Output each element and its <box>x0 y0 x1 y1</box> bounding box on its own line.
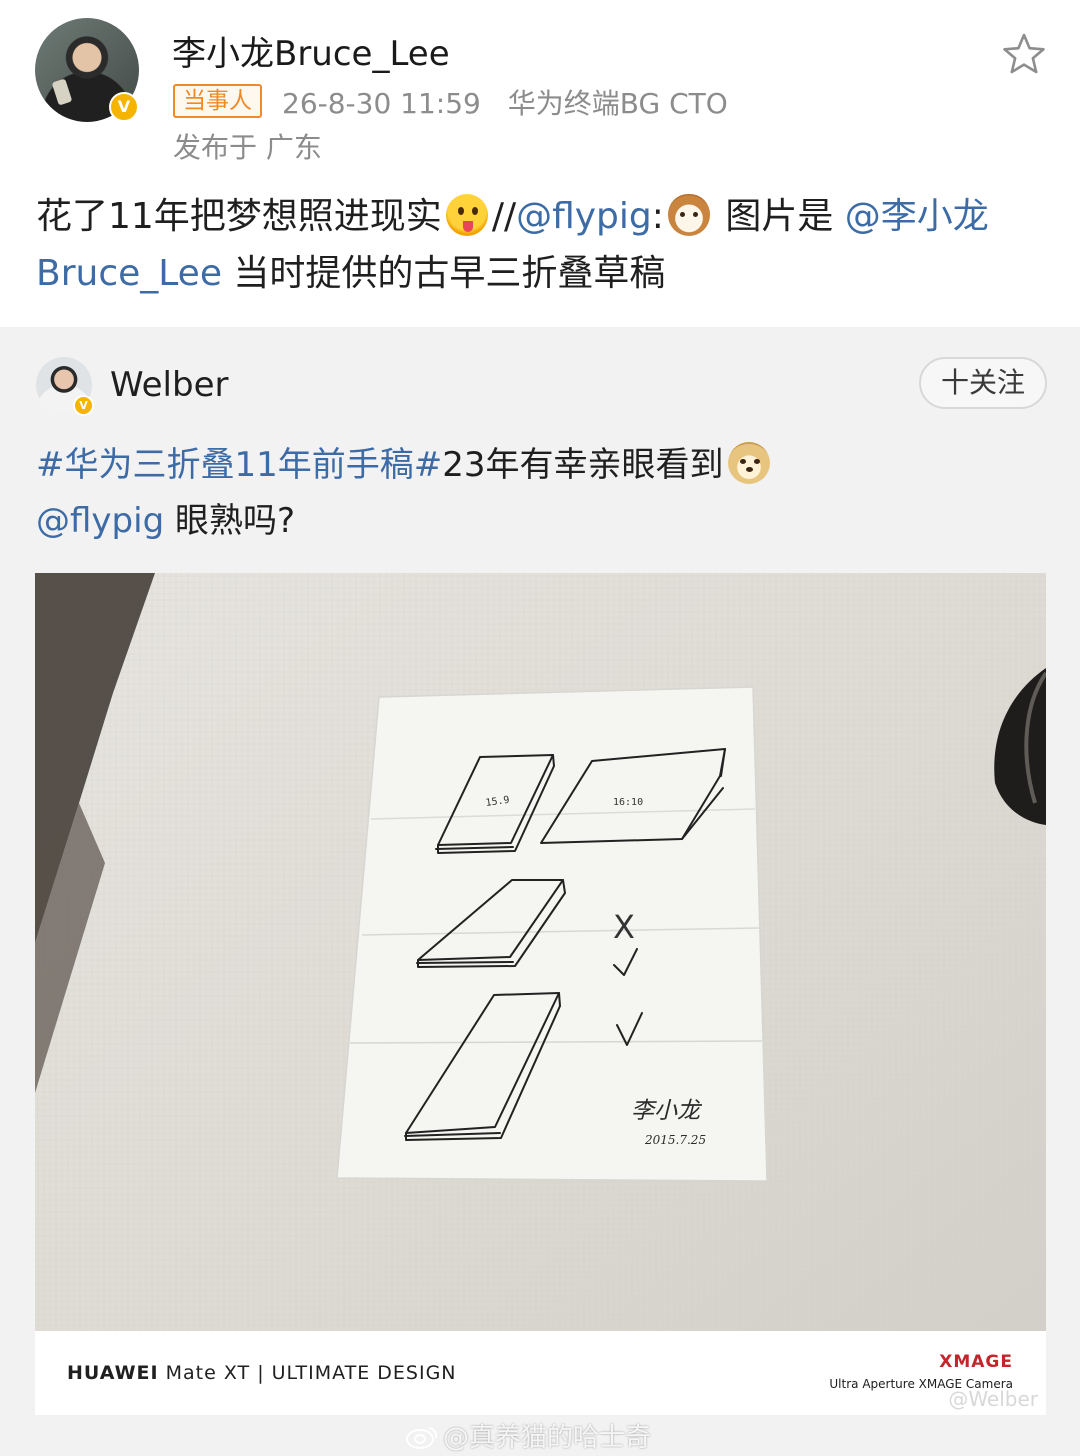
watermark-text: @真养猫的哈士奇 <box>443 1423 652 1453</box>
phone-sketch-3-layer <box>416 961 514 964</box>
post-text-segment: 当时提供的古早三折叠草稿 <box>221 253 666 294</box>
verified-badge-icon: V <box>109 92 139 122</box>
sketch-label-ratio: 16:10 <box>613 797 643 808</box>
weibo-logo-icon <box>406 1427 438 1449</box>
sketch-date: 2015.7.25 <box>644 1133 706 1147</box>
model-name: Mate XT | ULTIMATE DESIGN <box>158 1362 457 1384</box>
involved-party-badge: 当事人 <box>173 84 262 118</box>
repost-text-segment: 眼熟吗? <box>164 501 296 541</box>
sketch-photo[interactable]: 15.9 16:10 X 李小龙 2015.7.25 <box>35 573 1046 1415</box>
repost-text-segment: 23年有幸亲眼看到 <box>442 445 724 485</box>
device-brand-line: HUAWEI Mate XT | ULTIMATE DESIGN <box>67 1362 457 1384</box>
post-date: 26-8-30 11:59 <box>282 87 481 120</box>
post-text-segment: : <box>651 196 664 237</box>
brand-name: HUAWEI <box>67 1362 159 1384</box>
mention-link-flypig[interactable]: @flypig <box>516 196 652 237</box>
post-meta: 26-8-30 11:59 华为终端BG CTO <box>282 82 746 122</box>
reposted-weibo[interactable]: V Welber 十关注 #华为三折叠11年前手稿#23年有幸亲眼看到 @fly… <box>0 327 1080 1456</box>
repost-content: #华为三折叠11年前手稿#23年有幸亲眼看到 @flypig 眼熟吗? <box>36 437 1036 549</box>
tongue-emoji-icon <box>445 194 488 236</box>
topic-link[interactable]: #华为三折叠11年前手稿# <box>36 445 442 485</box>
avatar-phone-detail <box>51 78 73 106</box>
follow-button[interactable]: 十关注 <box>919 357 1047 409</box>
sketch-photo-image: 15.9 16:10 X 李小龙 2015.7.25 <box>35 573 1046 1415</box>
verified-badge-icon: V <box>73 395 94 416</box>
mention-link-flypig[interactable]: @flypig <box>36 501 164 541</box>
photo-watermark: @Welber <box>948 1387 1038 1411</box>
sketch-mark-x: X <box>613 908 635 946</box>
cat-emoji-icon <box>667 194 710 236</box>
post-text-segment: // <box>491 196 517 237</box>
star-outline-icon[interactable] <box>1000 30 1048 78</box>
xmage-logo: XMAGE <box>939 1352 1013 1372</box>
post-text-segment: 图片是 <box>713 196 845 237</box>
sketch-signature: 李小龙 <box>631 1098 703 1124</box>
post-content: 花了11年把梦想照进现实//@flypig: 图片是 @李小龙Bruce_Lee… <box>36 188 1046 302</box>
original-post: V 李小龙Bruce_Lee 当事人 26-8-30 11:59 华为终端BG … <box>0 0 1080 327</box>
welber-name[interactable]: Welber <box>110 365 228 405</box>
post-text-segment: 花了11年把梦想照进现实 <box>36 196 442 237</box>
post-location: 发布于 广东 <box>173 131 322 164</box>
weibo-watermark: @真养猫的哈士奇 <box>405 1417 651 1454</box>
camera-watermark-strip: HUAWEI Mate XT | ULTIMATE DESIGN XMAGE U… <box>35 1331 1046 1415</box>
author-name[interactable]: 李小龙Bruce_Lee <box>172 26 450 75</box>
doge-emoji-icon <box>727 442 770 484</box>
post-source: 华为终端BG CTO <box>507 87 728 120</box>
